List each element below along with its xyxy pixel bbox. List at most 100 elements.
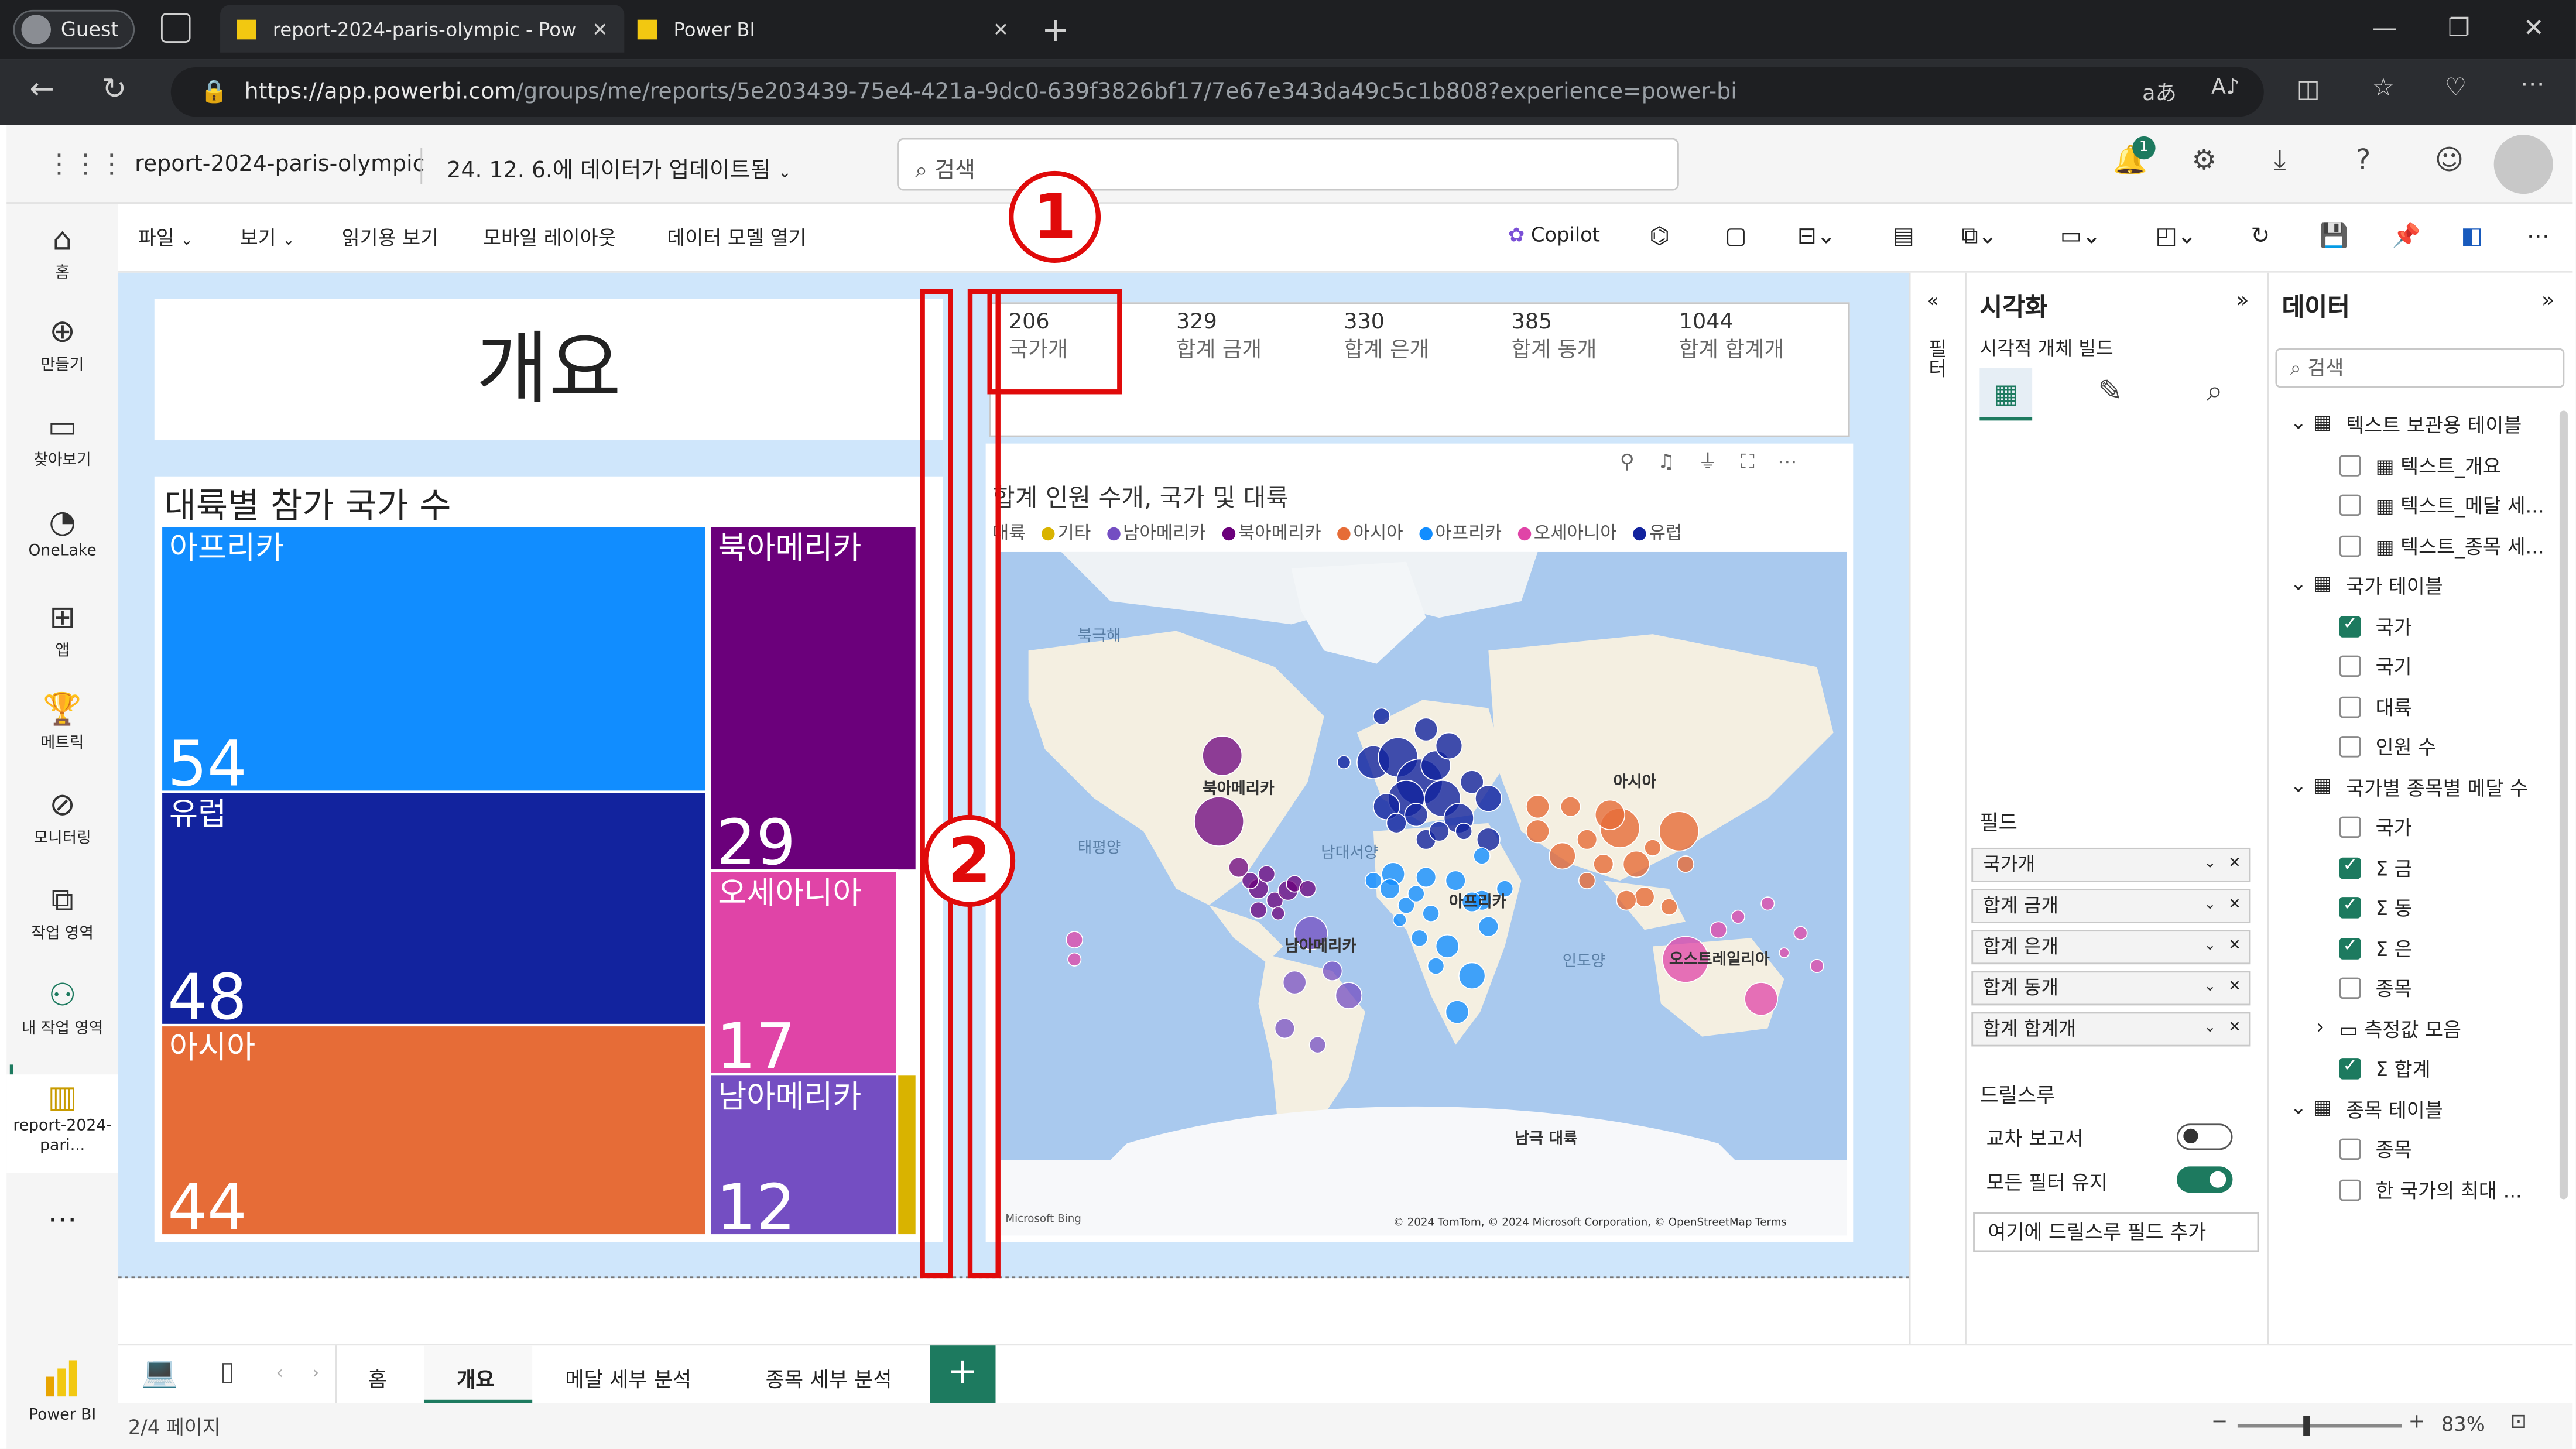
map-bubble[interactable] (1404, 803, 1429, 827)
field-checkbox[interactable] (2339, 612, 2361, 637)
close-window-icon[interactable]: ✕ (2523, 13, 2544, 43)
map-bubble[interactable] (1634, 886, 1655, 907)
nav-home[interactable]: ⌂ 홈 (6, 220, 118, 283)
field-well-item[interactable]: 국가개 ⌄ ✕ (1971, 847, 2251, 882)
minimize-icon[interactable]: — (2372, 13, 2397, 43)
field-name[interactable]: 종목 (2376, 1135, 2412, 1163)
world-map[interactable] (995, 551, 1847, 1236)
field-name[interactable]: 국가 (2376, 813, 2412, 841)
zoom-slider[interactable] (2237, 1416, 2402, 1436)
map-bubble[interactable] (1475, 785, 1502, 813)
map-bubble[interactable] (1422, 905, 1440, 923)
map-bubble[interactable] (1282, 970, 1307, 995)
map-bubble[interactable] (1299, 880, 1317, 898)
map-bubble[interactable] (1526, 794, 1550, 819)
map-bubble[interactable] (1274, 1018, 1296, 1039)
map-bubble[interactable] (1427, 957, 1445, 975)
map-bubble[interactable] (1760, 896, 1775, 911)
remove-field-icon[interactable]: ✕ (2228, 890, 2241, 922)
field-name[interactable]: 대륙 (2376, 693, 2412, 721)
zoom-in-icon[interactable]: + (2409, 1410, 2425, 1433)
treemap-visual[interactable]: 대륙별 참가 국가 수 아프리카 54 유럽 48 아시아 44 북아메리카 29 오세아니아 1… (154, 476, 943, 1242)
map-bubble[interactable] (1731, 909, 1745, 924)
map-bubble[interactable] (1677, 855, 1694, 873)
cross-report-toggle[interactable] (2177, 1123, 2233, 1150)
map-bubble[interactable] (1392, 913, 1407, 927)
field-checkbox[interactable] (2339, 934, 2361, 959)
ribbon-open-data-model[interactable]: 데이터 모델 열기 (667, 224, 806, 252)
field-well-item[interactable]: 합계 동개 ⌄ ✕ (1971, 971, 2251, 1006)
table-name[interactable]: 텍스트 보관용 테이블 (2346, 411, 2522, 439)
download-icon[interactable]: ⤓ (2274, 145, 2286, 177)
nav-metrics[interactable]: 🏆 메트릭 (6, 690, 118, 752)
search-input[interactable]: ⌕ 검색 (897, 138, 1679, 191)
fit-to-page-icon[interactable]: ⊡ (2510, 1410, 2527, 1433)
nav-my-workspace[interactable]: ⚇ 내 작업 영역 (6, 976, 118, 1039)
map-bubble[interactable] (1744, 982, 1779, 1016)
expand-table-icon[interactable]: ⌄ (2290, 1095, 2307, 1118)
map-bubble[interactable] (1793, 926, 1808, 940)
map-bubble[interactable] (1549, 842, 1576, 870)
subscribe-icon[interactable]: ⊟⌄ (1797, 224, 1836, 250)
legend-item[interactable]: 남아메리카 (1123, 522, 1206, 543)
field-checkbox[interactable] (2339, 736, 2361, 758)
field-checkbox[interactable] (2339, 1055, 2361, 1080)
map-bubble[interactable] (1249, 901, 1268, 919)
field-name[interactable]: 종목 (2376, 974, 2412, 1002)
ribbon-file[interactable]: 파일 ⌄ (138, 224, 193, 252)
field-checkbox[interactable] (2339, 1179, 2361, 1200)
account-avatar[interactable] (2493, 135, 2553, 194)
translate-icon[interactable]: aあ (2142, 76, 2177, 107)
help-icon[interactable]: ? (2356, 145, 2371, 177)
chevron-down-icon[interactable]: ⌄ (2204, 890, 2216, 922)
map-bubble[interactable] (1478, 916, 1499, 937)
tab-powerbi[interactable]: Power BI ✕ (624, 5, 1025, 52)
field-checkbox[interactable] (2339, 655, 2361, 677)
map-bubble[interactable] (1458, 962, 1486, 990)
expand-filters-icon[interactable]: « (1927, 289, 1940, 312)
next-page-icon[interactable]: › (312, 1362, 319, 1383)
tab-report[interactable]: report-2024-paris-olympic - Pow ✕ (220, 5, 625, 53)
field-name[interactable]: 국가 (2376, 612, 2412, 640)
format-visual-tab-icon[interactable]: ✎ (2098, 375, 2122, 409)
explore-icon[interactable]: ⌬ (1649, 224, 1669, 250)
desktop-layout-icon[interactable]: 💻 (141, 1355, 178, 1390)
share-icon[interactable]: ⧉⌄ (1961, 224, 1997, 250)
refresh-icon[interactable]: ↻ (102, 72, 126, 107)
field-checkbox[interactable] (2339, 854, 2361, 878)
map-bubble[interactable] (1810, 958, 1824, 974)
map-bubble[interactable] (1365, 872, 1382, 889)
map-bubble[interactable] (1414, 717, 1438, 742)
nav-monitor[interactable]: ⊘ 모니터링 (6, 785, 118, 848)
save-icon[interactable]: 💾 (2320, 224, 2348, 250)
map-bubble[interactable] (1659, 811, 1700, 852)
field-checkbox[interactable] (2339, 977, 2361, 999)
more-ribbon-icon[interactable]: ⋯ (2527, 224, 2550, 250)
report-name[interactable]: report-2024-paris-olympic (135, 151, 424, 177)
map-bubble[interactable] (1386, 813, 1407, 834)
title-tile[interactable]: 개요 (154, 299, 943, 441)
map-bubble[interactable] (1335, 982, 1363, 1009)
map-bubble[interactable] (1379, 878, 1400, 899)
data-pane-scrollbar[interactable] (2559, 410, 2568, 1200)
page-tab-medal-detail[interactable]: 메달 세부 분석 (565, 1362, 691, 1393)
prev-page-icon[interactable]: ‹ (276, 1362, 283, 1383)
map-bubble[interactable] (1455, 823, 1473, 840)
map-bubble[interactable] (1308, 1036, 1327, 1054)
page-tab-home[interactable]: 홈 (368, 1362, 387, 1393)
field-well-item[interactable]: 합계 합계개 ⌄ ✕ (1971, 1012, 2251, 1047)
present-icon[interactable]: ▭⌄ (2060, 224, 2101, 250)
map-bubble[interactable] (1258, 865, 1276, 883)
legend-item[interactable]: 기타 (1057, 522, 1091, 543)
field-name[interactable]: ▭ 측정값 모음 (2339, 1015, 2461, 1043)
address-bar[interactable]: 🔒 https://app.powerbi.com/groups/me/repo… (170, 67, 2264, 117)
map-bubble[interactable] (1622, 850, 1650, 878)
more-options-icon[interactable]: ⋯ (2520, 69, 2545, 99)
map-bubble[interactable] (1194, 796, 1245, 847)
map-bubble[interactable] (1416, 866, 1437, 888)
feedback-icon[interactable]: ☺ (2435, 145, 2464, 177)
chevron-down-icon[interactable]: ⌄ (2204, 972, 2216, 1003)
new-tab-icon[interactable]: + (1042, 10, 1069, 49)
map-bubble[interactable] (1271, 906, 1286, 921)
back-icon[interactable]: ← (30, 72, 54, 107)
